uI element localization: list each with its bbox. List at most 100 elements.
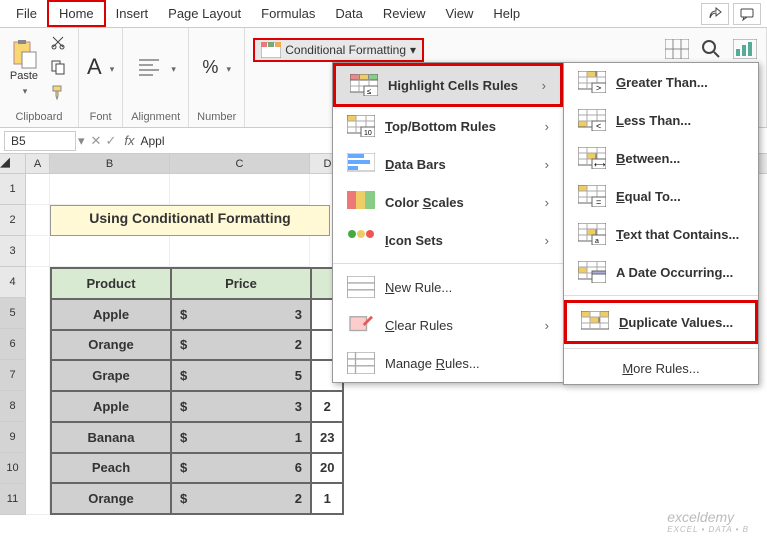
menu-color-scales[interactable]: Color Scales › (333, 183, 563, 221)
color-scales-icon (347, 191, 375, 213)
conditional-formatting-menu: ≤ Highlight Cells Rules › 10 Top/Bottom … (332, 62, 564, 383)
col-header-c[interactable]: C (170, 154, 310, 173)
menu-highlight-cells-rules[interactable]: ≤ Highlight Cells Rules › (333, 63, 563, 107)
ribbon-tabs: File Home Insert Page Layout Formulas Da… (0, 0, 767, 28)
menu-icon-sets[interactable]: Icon Sets › (333, 221, 563, 259)
chevron-right-icon: › (545, 318, 549, 333)
menu-greater-than[interactable]: > Greater Than... (564, 63, 758, 101)
svg-text:<: < (596, 121, 601, 131)
tab-insert[interactable]: Insert (106, 2, 159, 25)
table-row: Apple$32 (51, 391, 343, 422)
paste-button[interactable]: Paste (8, 38, 40, 97)
menu-more-rules[interactable]: More Rules... (564, 353, 758, 384)
format-painter-button[interactable] (46, 81, 70, 103)
cancel-icon[interactable]: ✕ (91, 133, 102, 149)
row-header[interactable]: 3 (0, 236, 26, 267)
row-header[interactable]: 6 (0, 329, 26, 360)
svg-text:=: = (596, 197, 601, 207)
header-product: Product (51, 268, 171, 299)
equal-to-icon: = (578, 185, 606, 207)
svg-text:10: 10 (364, 130, 372, 137)
menu-between[interactable]: ⟷ Between... (564, 139, 758, 177)
menu-data-bars[interactable]: Data Bars › (333, 145, 563, 183)
row-header[interactable]: 2 (0, 205, 26, 236)
tab-view[interactable]: View (435, 2, 483, 25)
menu-text-contains[interactable]: a Text that Contains... (564, 215, 758, 253)
find-icon[interactable] (699, 38, 723, 60)
comments-button[interactable] (733, 3, 761, 25)
text-contains-icon: a (578, 223, 606, 245)
row-header[interactable]: 1 (0, 174, 26, 205)
paste-dropdown-icon (21, 82, 28, 97)
share-button[interactable] (701, 3, 729, 25)
paste-icon (8, 38, 40, 70)
table-row: Banana$123 (51, 422, 343, 453)
menu-equal-to[interactable]: = Equal To... (564, 177, 758, 215)
icon-sets-icon (347, 229, 375, 251)
group-number: % Number (189, 28, 245, 127)
greater-than-icon: > (578, 71, 606, 93)
group-alignment: Alignment (123, 28, 189, 127)
row-header[interactable]: 5 (0, 298, 26, 329)
row-header[interactable]: 9 (0, 422, 26, 453)
row-header[interactable]: 8 (0, 391, 26, 422)
svg-text:a: a (595, 238, 599, 245)
table-row: Orange$2 (51, 330, 343, 361)
tab-data[interactable]: Data (325, 2, 372, 25)
row-header[interactable]: 10 (0, 453, 26, 484)
enter-icon[interactable]: ✓ (105, 133, 116, 149)
chevron-right-icon: › (545, 233, 549, 248)
tab-formulas[interactable]: Formulas (251, 2, 325, 25)
cut-button[interactable] (46, 31, 70, 53)
name-box[interactable]: B5 (4, 131, 76, 151)
col-header-b[interactable]: B (50, 154, 170, 173)
chevron-right-icon: › (545, 119, 549, 134)
menu-date-occurring[interactable]: A Date Occurring... (564, 253, 758, 291)
row-header[interactable]: 4 (0, 267, 26, 298)
tab-home[interactable]: Home (47, 0, 106, 27)
chevron-right-icon: › (542, 78, 546, 93)
svg-text:>: > (596, 83, 601, 93)
tab-page-layout[interactable]: Page Layout (158, 2, 251, 25)
menu-less-than[interactable]: < Less Than... (564, 101, 758, 139)
group-clipboard: Paste Clipboard (0, 28, 79, 127)
tab-review[interactable]: Review (373, 2, 436, 25)
data-table: ProductPrice Apple$3 Orange$2 Grape$5 Ap… (50, 267, 344, 515)
conditional-formatting-icon (261, 42, 281, 58)
menu-new-rule[interactable]: New Rule... (333, 268, 563, 306)
table-row: Peach$620 (51, 453, 343, 484)
table-row: Grape$5 (51, 360, 343, 391)
row-header[interactable]: 11 (0, 484, 26, 515)
duplicate-values-icon (581, 311, 609, 333)
copy-button[interactable] (46, 56, 70, 78)
cell-styles-icon[interactable] (665, 38, 689, 60)
analyze-icon[interactable] (733, 38, 757, 60)
menu-top-bottom-rules[interactable]: 10 Top/Bottom Rules › (333, 107, 563, 145)
formula-input[interactable]: Appl (140, 134, 164, 148)
col-header-a[interactable]: A (26, 154, 50, 173)
select-all-triangle[interactable]: ◢ (0, 154, 26, 173)
tab-help[interactable]: Help (483, 2, 530, 25)
highlight-cells-icon: ≤ (350, 74, 378, 96)
conditional-formatting-button[interactable]: Conditional Formatting ▾ (253, 38, 424, 62)
row-header[interactable]: 7 (0, 360, 26, 391)
new-rule-icon (347, 276, 375, 298)
watermark: exceldemy EXCEL • DATA • B (667, 509, 749, 534)
svg-text:⟷: ⟷ (594, 160, 606, 169)
top-bottom-icon: 10 (347, 115, 375, 137)
menu-duplicate-values[interactable]: Duplicate Values... (564, 300, 758, 344)
table-row: Orange$21 (51, 483, 343, 514)
manage-rules-icon (347, 352, 375, 374)
fx-icon[interactable]: fx (124, 133, 134, 148)
title-cell: Using Conditionatl Formatting (50, 205, 330, 236)
tab-file[interactable]: File (6, 2, 47, 25)
svg-text:≤: ≤ (367, 87, 372, 96)
group-font: A Font (79, 28, 123, 127)
row-headers: 1 2 3 4 5 6 7 8 9 10 11 (0, 174, 26, 515)
menu-clear-rules[interactable]: Clear Rules › (333, 306, 563, 344)
less-than-icon: < (578, 109, 606, 131)
clear-rules-icon (347, 314, 375, 336)
menu-manage-rules[interactable]: Manage Rules... (333, 344, 563, 382)
header-price: Price (171, 268, 311, 299)
table-row: Apple$3 (51, 299, 343, 330)
